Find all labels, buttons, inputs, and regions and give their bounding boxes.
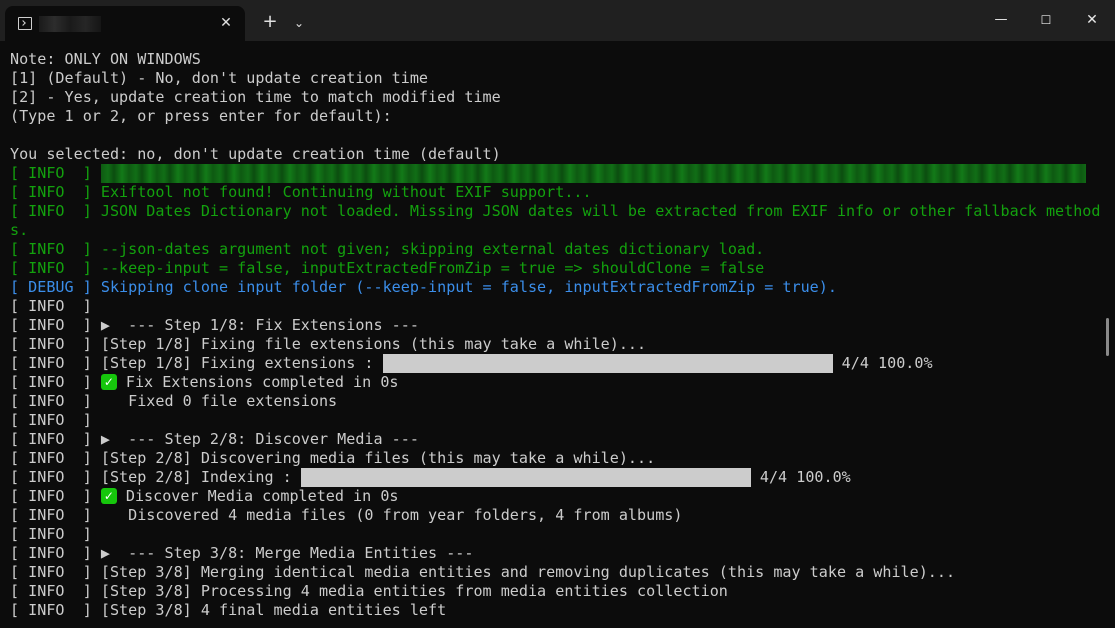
log-level-info: [ INFO ] [10, 506, 101, 524]
log-message: [Step 2/8] Discovering media files (this… [100, 449, 656, 467]
log-line: [ INFO ] [Step 2/8] Indexing : 4/4 100.0… [10, 468, 1100, 487]
redacted-text [100, 164, 1086, 183]
progress-label: [Step 1/8] Fixing extensions : [100, 354, 383, 372]
progress-text: 4/4 100.0% [832, 354, 933, 372]
log-level-info: [ INFO ] [10, 544, 101, 562]
log-level-info: [ INFO ] [10, 202, 101, 220]
log-line: [ DEBUG ] Skipping clone input folder (-… [10, 278, 1100, 297]
step-header: ▶ --- Step 2/8: Discover Media --- [100, 430, 419, 448]
log-level-info: [ INFO ] [10, 316, 101, 334]
scrollbar-thumb[interactable] [1106, 318, 1109, 356]
log-message: Discover Media completed in 0s [125, 487, 399, 505]
log-line: [ INFO ] ✓ Discover Media completed in 0s [10, 487, 1100, 506]
log-line: [ INFO ] ▶ --- Step 3/8: Merge Media Ent… [10, 544, 1100, 563]
log-message: [Step 3/8] Merging identical media entit… [100, 563, 956, 581]
progress-bar [382, 354, 833, 373]
output-line: You selected: no, don't update creation … [10, 145, 501, 163]
log-line: [ INFO ] [Step 3/8] 4 final media entiti… [10, 601, 1100, 620]
tab-title [39, 14, 219, 34]
log-level-info: [ INFO ] [10, 563, 101, 581]
close-button[interactable]: ✕ [1069, 6, 1115, 34]
log-message: Exiftool not found! Continuing without E… [100, 183, 592, 201]
terminal-window: ✕ + ⌄ — ☐ ✕ Note: ONLY ON WINDOWS [1] (D… [0, 0, 1115, 628]
log-level-debug: [ DEBUG ] [10, 278, 101, 296]
log-message: [Step 3/8] 4 final media entities left [100, 601, 447, 619]
progress-text: 4/4 100.0% [750, 468, 851, 486]
log-level-info: [ INFO ] [10, 335, 101, 353]
log-line: [ INFO ] [10, 164, 1100, 183]
output-line: [2] - Yes, update creation time to match… [10, 88, 501, 106]
output-line: Note: ONLY ON WINDOWS [10, 50, 201, 68]
title-bar: ✕ + ⌄ — ☐ ✕ [0, 0, 1115, 41]
log-level-info: [ INFO ] [10, 373, 101, 391]
log-line-wrap: s. [10, 221, 29, 239]
log-line: [ INFO ] [Step 1/8] Fixing extensions : … [10, 354, 1100, 373]
log-line: [ INFO ] Exiftool not found! Continuing … [10, 183, 1100, 202]
log-level-info: [ INFO ] [10, 183, 101, 201]
log-level-info: [ INFO ] [10, 430, 101, 448]
log-level-info: [ INFO ] [10, 601, 101, 619]
log-line: [ INFO ] ▶ --- Step 1/8: Fix Extensions … [10, 316, 1100, 335]
check-icon: ✓ [100, 488, 117, 504]
log-level-info: [ INFO ] [10, 392, 101, 410]
output-line: (Type 1 or 2, or press enter for default… [10, 107, 392, 125]
terminal-output[interactable]: Note: ONLY ON WINDOWS [1] (Default) - No… [10, 50, 1100, 628]
log-level-info: [ INFO ] [10, 164, 101, 182]
tab-terminal[interactable]: ✕ [5, 6, 245, 41]
log-level-info: [ INFO ] [10, 411, 101, 429]
step-header: ▶ --- Step 3/8: Merge Media Entities --- [100, 544, 474, 562]
minimize-button[interactable]: — [978, 6, 1024, 34]
log-line: [ INFO ] [Step 3/8] Processing 4 media e… [10, 582, 1100, 601]
log-level-info: [ INFO ] [10, 525, 101, 543]
progress-label: [Step 2/8] Indexing : [100, 468, 301, 486]
maximize-button[interactable]: ☐ [1023, 6, 1069, 34]
log-message: JSON Dates Dictionary not loaded. Missin… [100, 202, 1100, 220]
log-level-info: [ INFO ] [10, 259, 101, 277]
step-header: ▶ --- Step 1/8: Fix Extensions --- [100, 316, 419, 334]
log-level-info: [ INFO ] [10, 449, 101, 467]
progress-bar [300, 468, 751, 487]
chevron-down-icon[interactable]: ⌄ [291, 12, 307, 32]
log-line: [ INFO ] ✓ Fix Extensions completed in 0s [10, 373, 1100, 392]
log-level-info: [ INFO ] [10, 297, 101, 315]
log-line: [ INFO ] Discovered 4 media files (0 fro… [10, 506, 1100, 525]
log-message: --json-dates argument not given; skippin… [100, 240, 765, 258]
log-message: Fixed 0 file extensions [100, 392, 338, 410]
log-level-info: [ INFO ] [10, 354, 101, 372]
log-message: Discovered 4 media files (0 from year fo… [100, 506, 683, 524]
log-message: [Step 3/8] Processing 4 media entities f… [100, 582, 728, 600]
terminal-icon [18, 17, 32, 30]
log-line: [ INFO ] JSON Dates Dictionary not loade… [10, 202, 1100, 221]
log-line: [ INFO ] --keep-input = false, inputExtr… [10, 259, 1100, 278]
log-line: [ INFO ] ▶ --- Step 2/8: Discover Media … [10, 430, 1100, 449]
output-line: [1] (Default) - No, don't update creatio… [10, 69, 429, 87]
tab-close-icon[interactable]: ✕ [217, 14, 235, 32]
log-line: [ INFO ] [10, 525, 1100, 544]
log-line: [ INFO ] [Step 3/8] Merging identical me… [10, 563, 1100, 582]
log-message: [Step 1/8] Fixing file extensions (this … [100, 335, 647, 353]
log-line: [ INFO ] --json-dates argument not given… [10, 240, 1100, 259]
log-message: --keep-input = false, inputExtractedFrom… [100, 259, 765, 277]
log-level-info: [ INFO ] [10, 240, 101, 258]
log-line: [ INFO ] [10, 297, 1100, 316]
check-icon: ✓ [100, 374, 117, 390]
log-message: Fix Extensions completed in 0s [125, 373, 399, 391]
log-line: [ INFO ] [Step 1/8] Fixing file extensio… [10, 335, 1100, 354]
log-line: [ INFO ] Fixed 0 file extensions [10, 392, 1100, 411]
log-level-info: [ INFO ] [10, 582, 101, 600]
log-line: [ INFO ] [10, 411, 1100, 430]
log-level-info: [ INFO ] [10, 487, 101, 505]
log-message: Skipping clone input folder (--keep-inpu… [100, 278, 837, 296]
new-tab-button[interactable]: + [260, 12, 280, 32]
log-line: [ INFO ] [Step 2/8] Discovering media fi… [10, 449, 1100, 468]
log-level-info: [ INFO ] [10, 468, 101, 486]
